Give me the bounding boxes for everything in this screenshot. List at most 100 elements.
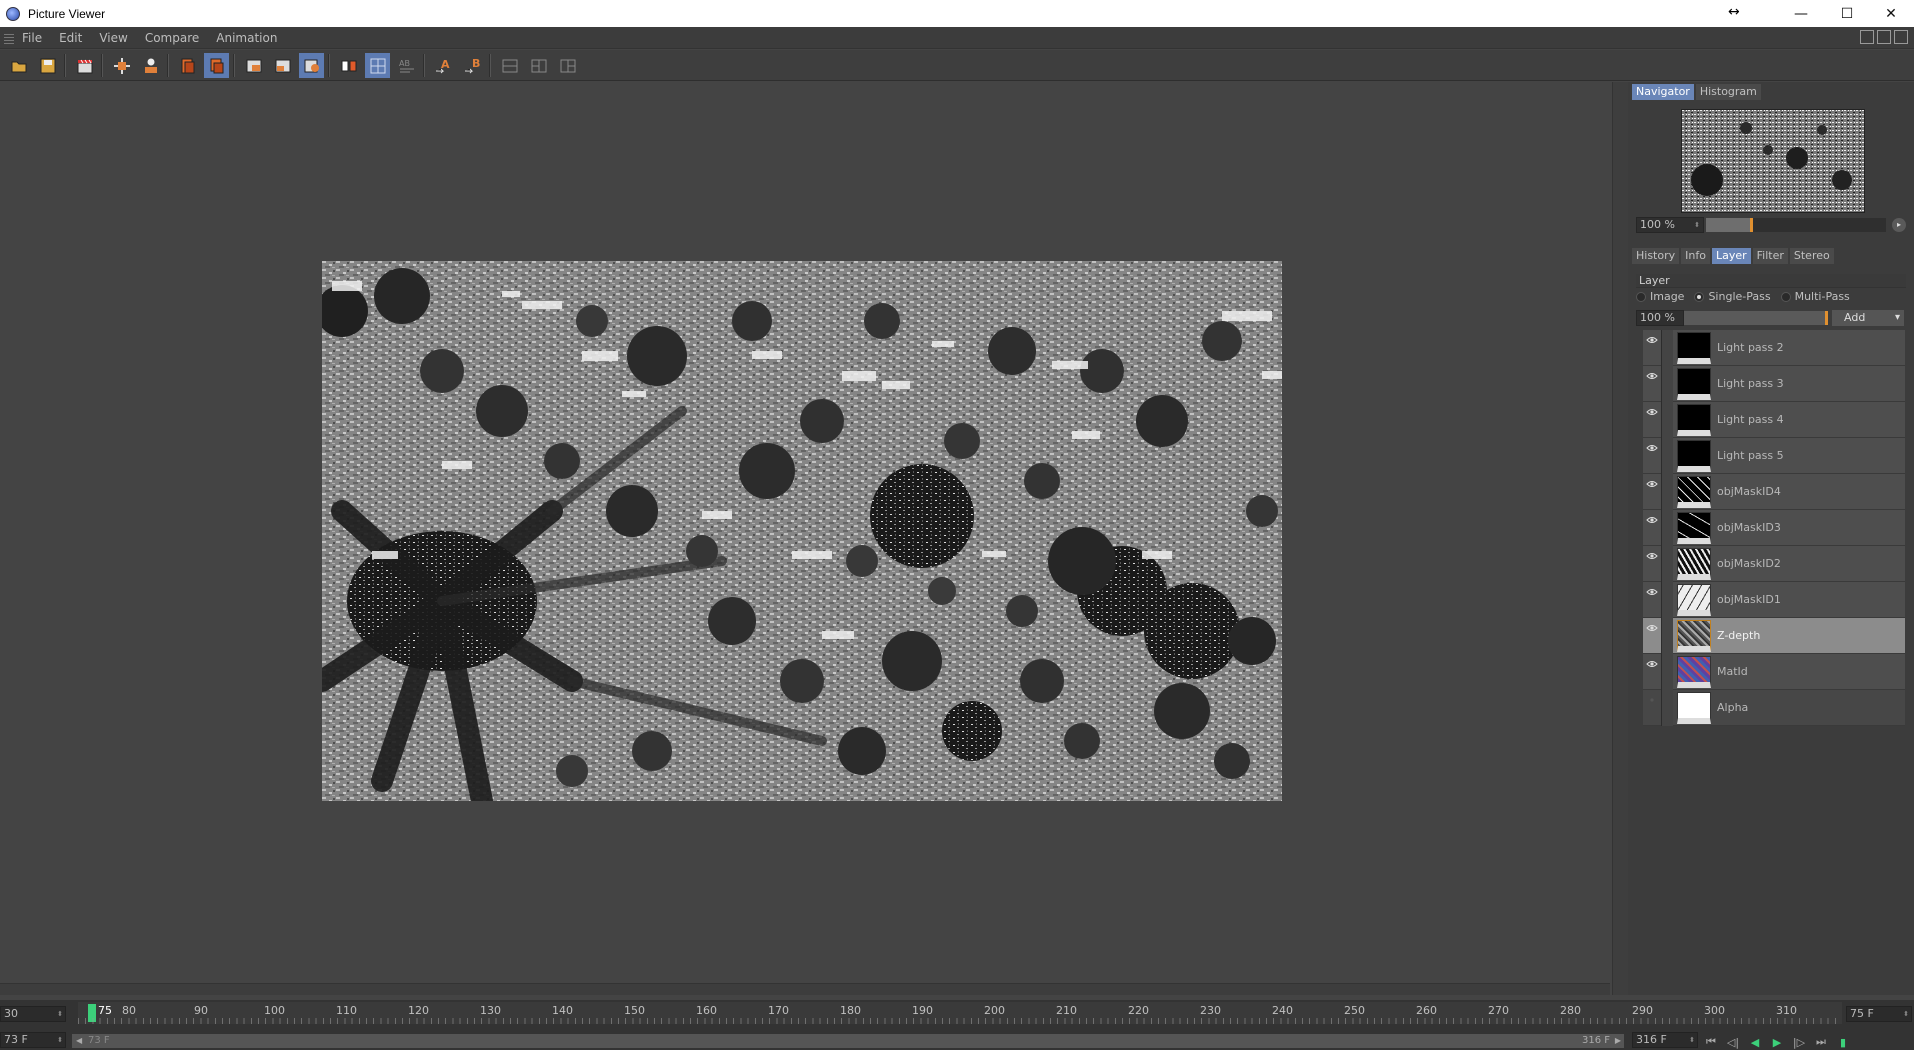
minimize-button[interactable]: —: [1778, 0, 1824, 27]
layout-add-icon[interactable]: [1877, 30, 1891, 44]
app-icon: [6, 6, 20, 21]
view-b-button[interactable]: [270, 53, 295, 78]
layout-move-icon[interactable]: [1894, 30, 1908, 44]
frame-range-bar[interactable]: ◀ 73 F 316 F ▶: [72, 1034, 1624, 1048]
close-button[interactable]: ✕: [1868, 0, 1914, 27]
layer-row[interactable]: Light pass 2: [1643, 329, 1905, 366]
layer-row[interactable]: MatId: [1643, 653, 1905, 690]
eye-icon[interactable]: [1643, 330, 1661, 366]
split-h-button[interactable]: [526, 53, 551, 78]
eye-icon[interactable]: [1643, 510, 1661, 546]
add-layer-button[interactable]: Add: [1832, 310, 1904, 326]
mode-image-option[interactable]: Image: [1636, 290, 1684, 303]
layer-row[interactable]: objMaskID3: [1643, 509, 1905, 546]
layer-row[interactable]: objMaskID4: [1643, 473, 1905, 510]
next-key-icon[interactable]: |▷: [1792, 1036, 1806, 1049]
open-button[interactable]: [6, 53, 31, 78]
layer-row[interactable]: objMaskID2: [1643, 545, 1905, 582]
zoom-slider[interactable]: [1706, 218, 1886, 232]
total-frames-field[interactable]: 316 F ⬍: [1632, 1032, 1698, 1048]
spin-icon[interactable]: ⬍: [1903, 1007, 1909, 1021]
eye-icon[interactable]: [1643, 402, 1661, 438]
menu-edit[interactable]: Edit: [59, 31, 82, 45]
tab-navigator[interactable]: Navigator: [1632, 84, 1694, 100]
resize-icon[interactable]: ↔: [1728, 4, 1740, 20]
text-ab-button[interactable]: AB: [394, 53, 419, 78]
render-object-button[interactable]: [138, 53, 163, 78]
eye-icon[interactable]: [1643, 546, 1661, 582]
zoom-slider-knob[interactable]: [1750, 218, 1753, 232]
mode-multi-pass-radio[interactable]: [1780, 291, 1791, 302]
eye-icon[interactable]: [1643, 438, 1661, 474]
layer-row[interactable]: Alpha: [1643, 689, 1905, 726]
spin-icon[interactable]: ⬍: [1689, 1033, 1695, 1047]
tab-histogram[interactable]: Histogram: [1695, 84, 1761, 100]
menu-file[interactable]: File: [22, 31, 42, 45]
eye-icon[interactable]: [1643, 366, 1661, 402]
layer-row[interactable]: Z-depth: [1643, 617, 1905, 654]
horizontal-scrollbar[interactable]: [0, 983, 1610, 995]
mode-multi-pass-option[interactable]: Multi-Pass: [1780, 290, 1850, 303]
grid-button[interactable]: [365, 53, 390, 78]
image-viewport[interactable]: [0, 82, 1610, 982]
current-frame-field[interactable]: 73 F ⬍: [0, 1032, 66, 1048]
ab-toggle-button[interactable]: [336, 53, 361, 78]
spin-icon[interactable]: ⬍: [57, 1007, 63, 1021]
timeline-ruler[interactable]: 75 80 90 100 110 120 130 140 150 160 170…: [78, 1002, 1842, 1024]
eye-icon[interactable]: [1643, 582, 1661, 618]
eye-hidden-icon[interactable]: [1643, 690, 1661, 726]
menu-compare[interactable]: Compare: [145, 31, 199, 45]
rendered-image[interactable]: [322, 261, 1282, 801]
mode-single-pass-radio[interactable]: [1694, 291, 1705, 302]
range-left-arrow-icon[interactable]: ◀: [76, 1034, 82, 1048]
layer-row[interactable]: Light pass 5: [1643, 437, 1905, 474]
zoom-menu-icon[interactable]: ▸: [1892, 218, 1906, 232]
zoom-spin-icon[interactable]: ⬍: [1694, 218, 1700, 232]
tab-info[interactable]: Info: [1681, 248, 1710, 264]
render-region-button[interactable]: [109, 53, 134, 78]
layer-copy-button[interactable]: [175, 53, 200, 78]
menu-animation[interactable]: Animation: [216, 31, 277, 45]
panel-splitter[interactable]: [1612, 82, 1628, 995]
eye-icon[interactable]: [1643, 654, 1661, 690]
navigator-thumbnail[interactable]: [1681, 109, 1865, 213]
go-to-end-icon[interactable]: ⏭: [1814, 1035, 1828, 1049]
play-backward-icon[interactable]: ◀: [1748, 1036, 1762, 1049]
eye-icon[interactable]: [1643, 474, 1661, 510]
maximize-button[interactable]: ☐: [1824, 0, 1870, 27]
view-a-button[interactable]: [241, 53, 266, 78]
prev-key-icon[interactable]: ◁|: [1726, 1036, 1740, 1049]
loop-icon[interactable]: ▮: [1836, 1036, 1850, 1049]
eye-icon[interactable]: [1643, 618, 1661, 654]
layer-stack-button[interactable]: [204, 53, 229, 78]
go-to-start-icon[interactable]: ⏮: [1704, 1035, 1718, 1049]
mode-single-pass-option[interactable]: Single-Pass: [1694, 290, 1771, 303]
save-button[interactable]: [35, 53, 60, 78]
tab-filter[interactable]: Filter: [1752, 248, 1788, 264]
layer-row[interactable]: Light pass 3: [1643, 365, 1905, 402]
end-frame-field[interactable]: 75 F ⬍: [1846, 1006, 1912, 1022]
render-queue-button[interactable]: [72, 53, 97, 78]
split-button[interactable]: [497, 53, 522, 78]
start-frame-field[interactable]: 30 ⬍: [0, 1006, 66, 1022]
tab-stereo[interactable]: Stereo: [1789, 248, 1834, 264]
tab-layer[interactable]: Layer: [1711, 248, 1751, 264]
tab-history[interactable]: History: [1632, 248, 1680, 264]
set-b-button[interactable]: B: [460, 53, 485, 78]
layer-opacity-knob[interactable]: [1825, 311, 1828, 325]
layer-name: Light pass 5: [1717, 449, 1784, 462]
play-forward-icon[interactable]: ▶: [1770, 1036, 1784, 1049]
set-a-button[interactable]: A: [431, 53, 456, 78]
spin-icon[interactable]: ⬍: [57, 1033, 63, 1047]
zoom-field[interactable]: 100 % ⬍: [1636, 217, 1704, 233]
menu-view[interactable]: View: [99, 31, 127, 45]
range-right-arrow-icon[interactable]: ▶: [1615, 1034, 1621, 1048]
compare-button[interactable]: [299, 53, 324, 78]
layer-row[interactable]: Light pass 4: [1643, 401, 1905, 438]
layout-panel-icon[interactable]: [1860, 30, 1874, 44]
mode-image-radio[interactable]: [1636, 291, 1646, 302]
layer-row[interactable]: objMaskID1: [1643, 581, 1905, 618]
layer-opacity-slider[interactable]: [1684, 311, 1828, 325]
layer-opacity-field[interactable]: 100 %: [1636, 310, 1684, 326]
split-v-button[interactable]: [555, 53, 580, 78]
